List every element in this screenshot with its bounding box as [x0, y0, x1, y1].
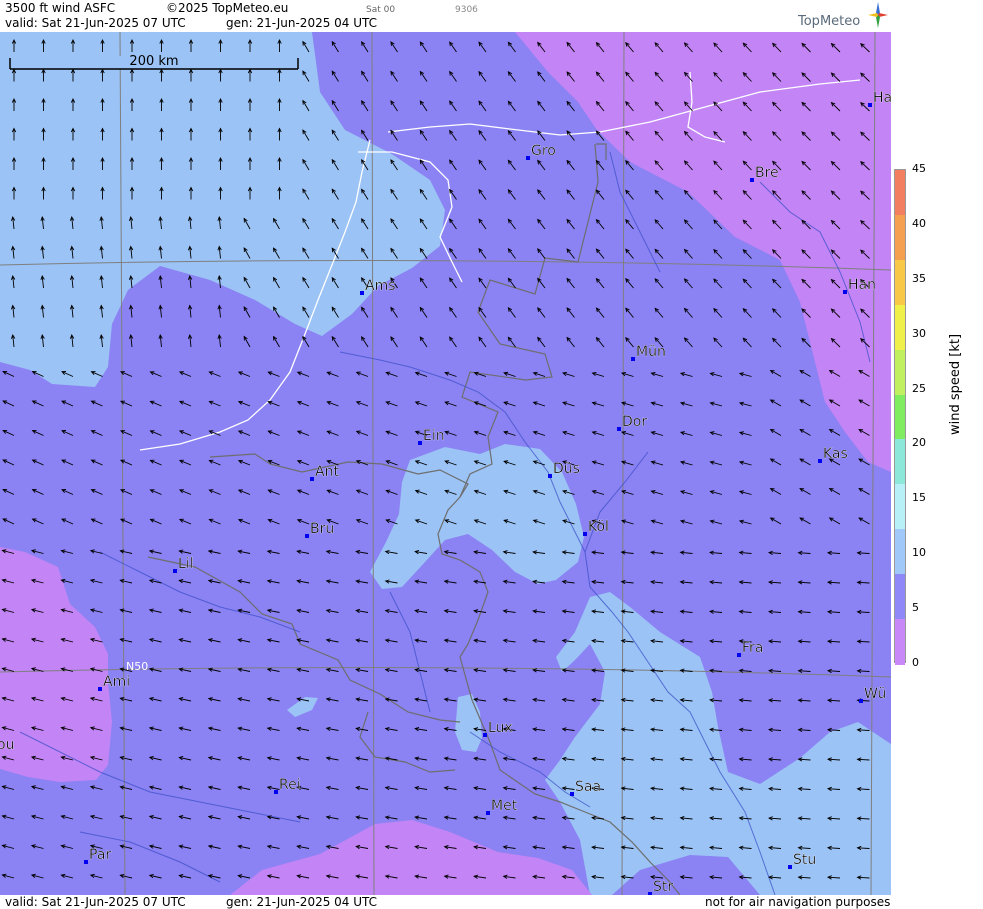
city-marker — [859, 699, 863, 703]
city-label: Lil — [178, 556, 194, 572]
map-header: 3500 ft wind ASFC ©2025 TopMeteo.eu Sat … — [0, 0, 890, 32]
city-marker — [526, 156, 530, 160]
colorbar-tick-label: 45 — [912, 162, 926, 175]
city-label: Mün — [636, 344, 666, 360]
city-label: ou — [0, 737, 14, 753]
colorbar-segment — [895, 619, 905, 665]
city-label: Str — [653, 879, 673, 895]
copyright-text: ©2025 TopMeteo.eu — [166, 1, 289, 15]
colorbar-tick-label: 0 — [912, 656, 919, 669]
scale-bar: 200 km — [9, 54, 299, 70]
footer-valid-time: valid: Sat 21-Jun-2025 07 UTC — [5, 895, 186, 909]
city-label: Kas — [823, 446, 848, 462]
valid-time: valid: Sat 21-Jun-2025 07 UTC — [5, 16, 186, 30]
disclaimer-text: not for air navigation purposes — [705, 895, 891, 909]
city-label: Wü — [864, 686, 886, 702]
city-marker — [360, 291, 364, 295]
colorbar-segment — [895, 484, 905, 531]
city-marker — [583, 532, 587, 536]
wind-speed-colorbar — [894, 169, 906, 665]
footer-generated-time: gen: 21-Jun-2025 04 UTC — [226, 895, 378, 909]
city-label: Ein — [423, 428, 445, 444]
city-label: Köl — [588, 519, 609, 535]
city-marker — [750, 178, 754, 182]
city-marker — [84, 860, 88, 864]
city-marker — [818, 459, 822, 463]
colorbar-tick-label: 35 — [912, 271, 926, 285]
city-label: Ha — [873, 90, 891, 106]
colorbar-segment — [895, 529, 905, 576]
map-footer: valid: Sat 21-Jun-2025 07 UTC gen: 21-Ju… — [0, 895, 890, 909]
city-label: Par — [89, 847, 111, 863]
city-label: Ami — [103, 674, 130, 690]
product-title: 3500 ft wind ASFC — [5, 1, 116, 15]
city-marker — [570, 792, 574, 796]
city-label: Lux — [488, 720, 513, 736]
colorbar-unit-label: wind speed [kt] — [948, 333, 963, 435]
topmeteo-logo[interactable]: TopMeteo — [798, 2, 890, 32]
city-label: Bru — [310, 521, 334, 537]
mini-code-label: 9306 — [455, 5, 478, 15]
city-label: Han — [848, 277, 876, 293]
compass-icon — [868, 2, 888, 28]
city-marker — [737, 653, 741, 657]
city-marker — [631, 357, 635, 361]
city-label: Bre — [755, 165, 779, 181]
city-label: Gro — [531, 143, 556, 159]
colorbar-tick-label: 20 — [912, 436, 926, 450]
city-marker — [483, 733, 487, 737]
colorbar-segment — [895, 214, 905, 261]
city-marker — [310, 477, 314, 481]
city-marker — [274, 790, 278, 794]
generated-time: gen: 21-Jun-2025 04 UTC — [226, 16, 378, 30]
city-marker — [418, 441, 422, 445]
colorbar-tick-label: 25 — [912, 381, 926, 395]
colorbar-tick-label: 10 — [912, 546, 926, 560]
city-marker — [788, 865, 792, 869]
colorbar-segment — [895, 439, 905, 486]
city-label: Stu — [793, 852, 816, 868]
logo-text: TopMeteo — [798, 14, 861, 29]
city-marker — [173, 569, 177, 573]
city-label: Düs — [553, 461, 580, 477]
colorbar-segment — [895, 259, 905, 306]
mini-day-label: Sat 00 — [366, 5, 396, 15]
city-marker — [305, 534, 309, 538]
colorbar-segment — [895, 394, 905, 441]
colorbar-tick-label: 40 — [912, 216, 926, 230]
city-label: Rei — [279, 777, 301, 793]
colorbar-segment — [895, 349, 905, 396]
city-label: Ams — [365, 278, 396, 294]
city-label: Fra — [742, 640, 763, 656]
city-marker — [617, 427, 621, 431]
city-label: Ant — [315, 464, 339, 480]
city-marker — [486, 811, 490, 815]
city-label: Met — [491, 798, 518, 814]
colorbar-tick-label: 5 — [912, 601, 919, 615]
colorbar-segment — [895, 170, 905, 216]
city-marker — [868, 103, 872, 107]
city-label: Saa — [575, 779, 601, 795]
city-marker — [98, 687, 102, 691]
colorbar-tick-label: 30 — [912, 326, 926, 340]
colorbar-tick-label: 15 — [912, 491, 926, 505]
scale-bar-label: 200 km — [129, 54, 178, 69]
wind-map[interactable]: 200 km N50 GroBreHaAms HanMünDorEinDüsKas… — [0, 32, 891, 895]
colorbar-segment — [895, 304, 905, 351]
colorbar-segment — [895, 574, 905, 621]
city-marker — [843, 290, 847, 294]
city-label: Dor — [622, 414, 647, 430]
city-marker — [548, 474, 552, 478]
